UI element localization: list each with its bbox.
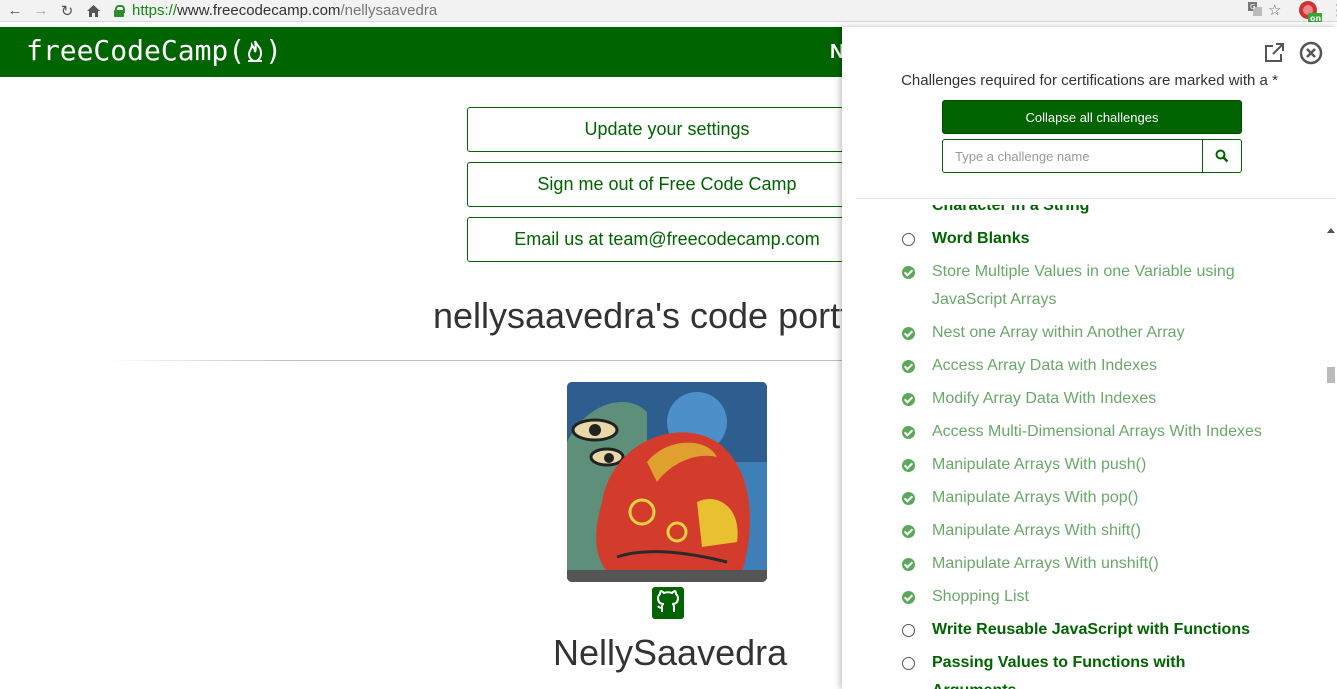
requirement-note: Challenges required for certifications a… [901,72,1278,89]
completed-check-icon [902,266,915,279]
username: NellySaavedra [553,632,788,673]
brand-logo[interactable]: freeCodeCamp() [26,34,282,67]
completed-check-icon [902,591,915,604]
lock-icon [114,4,125,17]
back-arrow-icon[interactable]: ← [4,1,26,21]
avatar [567,382,767,582]
browser-toolbar: ← → ↻ https://www.freecodecamp.com/nelly… [0,0,1337,23]
challenge-title[interactable]: Manipulate Arrays With shift() [932,517,1272,545]
menu-icon[interactable]: ⋮ [1330,1,1337,19]
update-settings-button[interactable]: Update your settings [467,107,867,152]
challenge-map-panel: Challenges required for certifications a… [842,27,1337,689]
challenge-list: Character in a String Word Blanks Store … [842,205,1324,689]
incomplete-marker-icon [902,624,915,637]
challenge-title[interactable]: Manipulate Arrays With pop() [932,484,1272,512]
url-path: /nellysaavedra [340,2,438,19]
completed-check-icon [902,360,915,373]
scroll-up-arrow-icon[interactable] [1327,228,1335,233]
brand-text-end: ) [265,34,283,67]
url-scheme: https:// [132,2,178,19]
sign-out-button[interactable]: Sign me out of Free Code Camp [467,162,867,207]
github-icon[interactable] [652,587,684,619]
url-host: www.freecodecamp.com [177,2,341,19]
challenge-title[interactable]: Modify Array Data With Indexes [932,385,1272,413]
extension-badge: on [1310,14,1321,22]
challenge-search-input[interactable] [942,139,1202,173]
panel-divider [856,198,1336,199]
external-link-icon[interactable] [1262,41,1286,65]
extension-icon[interactable]: on [1298,0,1322,26]
collapse-all-button[interactable]: Collapse all challenges [942,100,1242,134]
divider [105,360,865,361]
challenge-title[interactable]: Store Multiple Values in one Variable us… [932,258,1272,286]
challenge-title[interactable]: Write Reusable JavaScript with Functions [932,616,1272,644]
challenge-title[interactable]: Access Multi-Dimensional Arrays With Ind… [932,418,1272,446]
search-icon[interactable] [1202,139,1242,173]
challenge-title[interactable]: Shopping List [932,583,1272,611]
reload-icon[interactable]: ↻ [56,1,78,21]
forward-arrow-icon[interactable]: → [30,1,52,21]
challenge-title[interactable]: Manipulate Arrays With unshift() [932,550,1272,578]
flame-icon [248,40,263,63]
challenge-title[interactable]: Nest one Array within Another Array [932,319,1272,347]
svg-text:G: G [1250,3,1255,11]
bookmark-star-icon[interactable]: ☆ [1268,1,1281,19]
challenge-title-line2[interactable]: JavaScript Arrays [932,286,1272,314]
completed-check-icon [902,426,915,439]
challenge-title[interactable]: Manipulate Arrays With push() [932,451,1272,479]
challenge-title[interactable]: Word Blanks [932,225,1272,253]
email-us-button[interactable]: Email us at team@freecodecamp.com [467,217,867,262]
home-icon[interactable] [82,1,104,21]
scroll-thumb[interactable] [1327,367,1335,383]
challenge-title[interactable]: Character in a String [932,205,1272,220]
completed-check-icon [902,327,915,340]
incomplete-marker-icon [902,657,915,670]
translate-icon[interactable]: G [1247,1,1263,21]
completed-check-icon [902,393,915,406]
challenge-title[interactable]: Access Array Data with Indexes [932,352,1272,380]
completed-check-icon [902,492,915,505]
address-bar[interactable]: https://www.freecodecamp.com/nellysaaved… [114,2,437,19]
challenge-search [942,139,1242,173]
completed-check-icon [902,558,915,571]
completed-check-icon [902,525,915,538]
challenge-title[interactable]: Passing Values to Functions with Argumen… [932,649,1272,689]
completed-check-icon [902,459,915,472]
portfolio-title: nellysaavedra's code portf [433,295,851,336]
brand-text: freeCodeCamp( [26,34,246,67]
incomplete-marker-icon [902,233,915,246]
panel-scrollbar[interactable] [1324,222,1337,689]
close-icon[interactable] [1299,41,1323,65]
